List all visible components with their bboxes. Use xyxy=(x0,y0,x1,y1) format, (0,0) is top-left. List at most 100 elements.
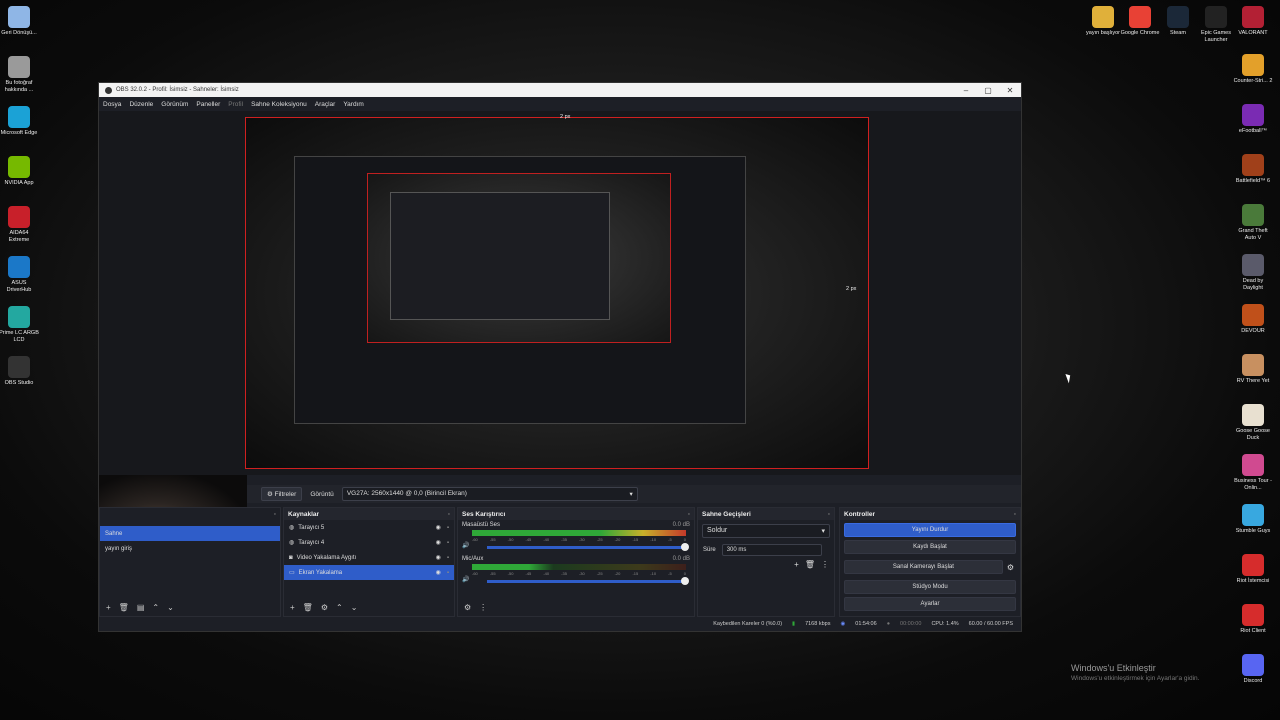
maximize-icon[interactable]: ▢ xyxy=(977,86,999,95)
menu-bar: Dosya Düzenle Görünüm Paneller Profil Sa… xyxy=(99,97,1021,111)
dock-menu-icon[interactable]: ▫ xyxy=(688,511,690,518)
source-item[interactable]: ◙ Video Yakalama Aygıtı ◉ ▪ xyxy=(284,550,454,565)
dock-menu-icon[interactable]: ▫ xyxy=(1014,511,1016,518)
source-item[interactable]: ◍ Tarayıcı 5 ◉ ▪ xyxy=(284,520,454,535)
dock-menu-icon[interactable]: ▫ xyxy=(448,511,450,518)
menu-duzenle[interactable]: Düzenle xyxy=(129,101,153,108)
trash-icon[interactable]: 🗑 xyxy=(303,603,313,612)
lock-icon[interactable]: ▪ xyxy=(447,525,449,531)
desktop-shortcut[interactable]: AIDA64 Extreme xyxy=(0,206,39,244)
desktop-shortcut[interactable]: ASUS DriverHub xyxy=(0,256,39,294)
desktop-shortcut[interactable]: DEVOUR xyxy=(1233,304,1273,335)
desktop-shortcut[interactable]: Grand Theft Auto V xyxy=(1233,204,1273,242)
eye-icon[interactable]: ◉ xyxy=(436,524,441,531)
transition-select[interactable]: Soldur ▾ xyxy=(702,524,830,538)
desktop-shortcut[interactable]: Bu fotoğraf hakkında ... xyxy=(0,56,39,94)
desktop-shortcut[interactable]: yayın başlıyor xyxy=(1083,6,1123,37)
desktop-shortcut[interactable]: OBS Studio xyxy=(0,356,39,387)
desktop-shortcut-label: Dead by Daylight xyxy=(1242,278,1264,291)
start-recording-button[interactable]: Kaydı Başlat xyxy=(844,540,1016,554)
eye-icon[interactable]: ◉ xyxy=(436,539,441,546)
scene-item[interactable]: yayın giriş xyxy=(100,541,280,556)
start-virtual-camera-button[interactable]: Sanal Kamerayı Başlat xyxy=(844,560,1003,574)
desktop-shortcut[interactable]: Google Chrome xyxy=(1120,6,1160,37)
mixer-track: Masaüstü Ses 0.0 dB -60 -55 -50 -45 -40 -35 -30-… xyxy=(458,520,694,554)
signal-icon: ▮ xyxy=(792,621,796,627)
settings-button[interactable]: Ayarlar xyxy=(844,597,1016,611)
desktop-shortcut[interactable]: eFootball™ xyxy=(1233,104,1273,135)
desktop-shortcut[interactable]: Business Tour - Onlin... xyxy=(1233,454,1273,492)
stop-stream-button[interactable]: Yayını Durdur xyxy=(844,523,1016,537)
desktop-shortcut[interactable]: Dead by Daylight xyxy=(1233,254,1273,292)
menu-profil[interactable]: Profil xyxy=(228,101,243,108)
meter-tick: -55 xyxy=(489,537,496,542)
duration-input[interactable]: 300 ms xyxy=(721,543,822,556)
trash-icon[interactable]: 🗑 xyxy=(805,560,815,569)
menu-dosya[interactable]: Dosya xyxy=(103,101,121,108)
add-icon[interactable]: + xyxy=(290,603,295,612)
studio-mode-button[interactable]: Stüdyo Modu xyxy=(844,580,1016,594)
menu-gorunum[interactable]: Görünüm xyxy=(161,101,188,108)
desktop-shortcut[interactable]: RV There Yet xyxy=(1233,354,1273,385)
desktop-shortcut-label: DEVOUR xyxy=(1241,328,1265,334)
add-icon[interactable]: + xyxy=(106,603,111,612)
scene-item[interactable]: Sahne xyxy=(100,526,280,541)
desktop-shortcut-label: Discord xyxy=(1243,678,1263,684)
lock-icon[interactable]: ▪ xyxy=(447,540,449,546)
desktop-shortcut[interactable]: VALORANT xyxy=(1233,6,1273,37)
lock-icon[interactable]: ▪ xyxy=(447,555,449,561)
more-icon[interactable]: ⋮ xyxy=(821,560,829,569)
desktop-shortcut[interactable]: Microsoft Edge xyxy=(0,106,39,137)
dock-menu-icon[interactable]: ▫ xyxy=(828,511,830,518)
more-icon[interactable]: ⋮ xyxy=(479,603,487,612)
desktop-shortcut[interactable]: Goose Goose Duck xyxy=(1233,404,1273,442)
arrow-up-icon[interactable]: ⌃ xyxy=(152,603,159,612)
gear-icon[interactable]: ⚙ xyxy=(321,603,328,612)
eye-icon[interactable]: ◉ xyxy=(436,569,441,576)
meter-tick: -25 xyxy=(596,537,603,542)
preview-frame[interactable]: 2 px 2 px xyxy=(245,114,869,469)
eye-icon[interactable]: ◉ xyxy=(436,554,441,561)
meter-tick: -25 xyxy=(596,571,603,576)
source-label: Tarayıcı 5 xyxy=(298,524,325,531)
minimize-icon[interactable]: – xyxy=(955,86,977,95)
filter-icon[interactable]: ▤ xyxy=(137,603,145,612)
desktop-shortcut[interactable]: Battlefield™ 6 xyxy=(1233,154,1273,185)
menu-sahne-koleksiyonu[interactable]: Sahne Koleksiyonu xyxy=(251,101,307,108)
filters-button[interactable]: ⚙ Filtreler xyxy=(261,487,303,501)
close-icon[interactable]: ✕ xyxy=(999,86,1021,95)
desktop-shortcut[interactable]: Steam xyxy=(1158,6,1198,37)
desktop-shortcut[interactable]: Riot İstemcisi xyxy=(1233,554,1273,585)
mixer-footer: ⚙ ⋮ xyxy=(464,603,487,612)
preview-canvas[interactable]: 2 px 2 px xyxy=(99,111,1021,475)
desktop-shortcut[interactable]: Counter-Stri... 2 xyxy=(1233,54,1273,85)
gear-icon[interactable]: ⚙ xyxy=(464,603,471,612)
source-item[interactable]: ◍ Tarayıcı 4 ◉ ▪ xyxy=(284,535,454,550)
volume-slider[interactable] xyxy=(487,543,689,551)
speaker-icon[interactable]: 🔊 xyxy=(462,576,469,583)
gear-icon[interactable]: ⚙ xyxy=(1007,563,1014,572)
desktop-shortcut[interactable]: Geri Dönüşü... xyxy=(0,6,39,37)
menu-araclar[interactable]: Araçlar xyxy=(315,101,336,108)
camera-icon xyxy=(8,56,30,78)
desktop-shortcut[interactable]: Stumble Guys xyxy=(1233,504,1273,535)
arrow-up-icon[interactable]: ⌃ xyxy=(336,603,343,612)
source-item[interactable]: ▭ Ekran Yakalama ◉ ▪ xyxy=(284,565,454,580)
add-icon[interactable]: + xyxy=(794,560,799,569)
arrow-down-icon[interactable]: ⌄ xyxy=(351,603,358,612)
lock-icon[interactable]: ▪ xyxy=(447,570,449,576)
volume-slider[interactable] xyxy=(487,577,689,585)
menu-paneller[interactable]: Paneller xyxy=(196,101,220,108)
desktop-shortcut[interactable]: Prime LC ARGB LCD xyxy=(0,306,39,344)
dock-menu-icon[interactable]: ▫ xyxy=(274,511,276,518)
desktop-shortcut[interactable]: Discord xyxy=(1233,654,1273,685)
trash-icon[interactable]: 🗑 xyxy=(119,603,129,612)
desktop-shortcut[interactable]: NVIDIA App xyxy=(0,156,39,187)
speaker-icon[interactable]: 🔊 xyxy=(462,542,469,549)
desktop-shortcut[interactable]: Riot Client xyxy=(1233,604,1273,635)
arrow-down-icon[interactable]: ⌄ xyxy=(167,603,174,612)
window-title: OBS 32.0.2 - Profil: İsimsiz - Sahneler:… xyxy=(116,87,239,93)
desktop-shortcut[interactable]: Epic Games Launcher xyxy=(1196,6,1236,44)
menu-yardim[interactable]: Yardım xyxy=(343,101,363,108)
source-select[interactable]: VG27A: 2560x1440 @ 0,0 (Birincil Ekran) ▾ xyxy=(341,487,638,501)
